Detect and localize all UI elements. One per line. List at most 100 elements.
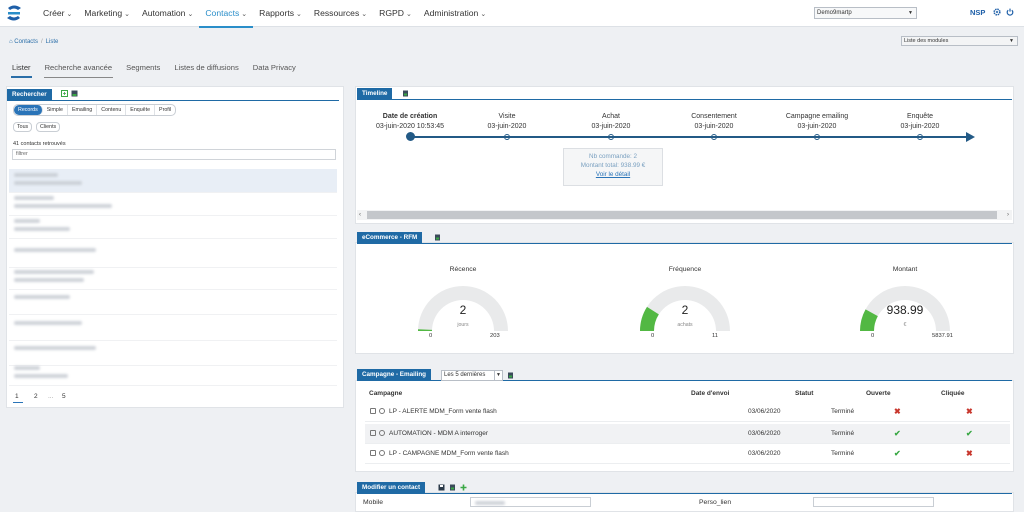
nav-item-label: Créer <box>43 8 65 18</box>
view-icon[interactable] <box>379 450 385 456</box>
campaign-count-select[interactable]: Les 5 dernières ▼ <box>441 370 503 381</box>
refresh-icon[interactable] <box>402 90 409 97</box>
refresh-icon[interactable] <box>507 372 514 379</box>
timeline-event-date: 03-juin-2020 <box>694 123 734 130</box>
list-item[interactable] <box>9 266 337 290</box>
table-row[interactable]: LP - CAMPAGNE MDM_Form vente flash 03/06/… <box>365 444 1010 464</box>
page-ellipsis: ... <box>48 393 54 400</box>
nav-item-marketing[interactable]: Marketing ⌄ <box>78 0 136 27</box>
nav-item-label: Marketing <box>84 8 123 18</box>
nav-item-rgpd[interactable]: RGPD ⌄ <box>373 0 418 27</box>
campaign-name: LP - ALERTE MDM_Form vente flash <box>389 408 497 415</box>
filter-input[interactable]: filtrer <box>12 149 336 160</box>
scrollbar-thumb[interactable] <box>367 211 997 219</box>
list-item[interactable] <box>9 291 337 315</box>
page-5-link[interactable]: 5 <box>62 393 66 400</box>
timeline-event-date: 03-juin-2020 <box>900 123 940 130</box>
col-statut: Statut <box>795 390 814 397</box>
send-date: 03/06/2020 <box>748 430 781 437</box>
view-detail-link[interactable]: Voir le détail <box>564 170 662 179</box>
chevron-down-icon: ⌄ <box>361 11 368 18</box>
page-1-link[interactable]: 1 <box>15 393 19 400</box>
list-item[interactable] <box>9 169 337 193</box>
home-icon[interactable]: ⌂ <box>9 39 13 45</box>
breadcrumb-current: Liste <box>45 39 59 45</box>
gauge-unit: jours <box>457 322 469 328</box>
module-select[interactable]: Liste des modules ▼ <box>901 36 1018 46</box>
blurred-contact-name <box>14 173 58 177</box>
view-icon[interactable] <box>379 408 385 414</box>
chevron-down-icon: ⌄ <box>296 11 302 18</box>
tab-recherche-avancee[interactable]: Recherche avancée <box>40 60 118 78</box>
add-icon[interactable] <box>460 484 467 491</box>
nav-item-automation[interactable]: Automation ⌄ <box>136 0 199 27</box>
timeline-event-label: Achat <box>602 113 620 120</box>
search-type-enquete[interactable]: Enquête <box>126 105 156 115</box>
list-item[interactable] <box>9 244 337 268</box>
blurred-contact-name <box>14 270 94 274</box>
opened-check-icon: ✔ <box>894 449 901 458</box>
view-icon[interactable] <box>379 430 385 436</box>
refresh-icon[interactable] <box>449 484 456 491</box>
blurred-contact-name <box>14 366 40 370</box>
gauge-unit: achats <box>677 322 693 328</box>
timeline-event-date: 03-juin-2020 10:53:45 <box>375 123 445 130</box>
breadcrumb-root[interactable]: Contacts <box>14 39 38 45</box>
power-icon[interactable] <box>1006 8 1014 16</box>
timeline-event-date: 03-juin-2020 <box>797 123 837 130</box>
tab-listes-diffusions[interactable]: Listes de diffusions <box>169 60 243 77</box>
scroll-right-icon[interactable]: › <box>1007 210 1009 220</box>
search-type-contenu[interactable]: Contenu <box>97 105 127 115</box>
search-type-emailing[interactable]: Emailing <box>68 105 98 115</box>
user-menu[interactable]: NSP <box>970 8 985 17</box>
campaign-name: LP - CAMPAGNE MDM_Form vente flash <box>389 450 509 457</box>
timeline-scrollbar[interactable]: ‹ › <box>357 210 1012 220</box>
perso-lien-input[interactable] <box>813 497 934 507</box>
preview-icon[interactable] <box>370 430 376 436</box>
page-2-link[interactable]: 2 <box>34 393 38 400</box>
save-icon[interactable] <box>438 484 445 491</box>
tab-segments[interactable]: Segments <box>121 60 165 77</box>
tab-lister[interactable]: Lister <box>7 60 36 78</box>
search-type-simple[interactable]: Simple <box>43 105 68 115</box>
save-search-icon[interactable] <box>71 90 78 97</box>
nav-item-administration[interactable]: Administration ⌄ <box>418 0 492 27</box>
nav-item-ressources[interactable]: Ressources ⌄ <box>308 0 373 27</box>
preview-icon[interactable] <box>370 408 376 414</box>
search-type-profil[interactable]: Profil <box>155 105 175 115</box>
blurred-contact-name <box>14 248 96 252</box>
chevron-down-icon: ⌄ <box>241 11 248 18</box>
tab-data-privacy[interactable]: Data Privacy <box>248 60 301 77</box>
refresh-icon[interactable] <box>434 234 441 241</box>
nav-item-contacts[interactable]: Contacts ⌄ <box>199 0 253 28</box>
campaign-count-value: Les 5 dernières <box>444 372 486 378</box>
list-item[interactable] <box>9 362 337 386</box>
col-ouverte: Ouverte <box>866 390 891 397</box>
app-logo-icon[interactable] <box>4 3 24 23</box>
nav-item-rapports[interactable]: Rapports ⌄ <box>253 0 308 27</box>
gauge-value: 2 <box>459 303 467 317</box>
filter-tous-button[interactable]: Tous <box>13 122 33 132</box>
nav-item-creer[interactable]: Créer ⌄ <box>37 0 78 27</box>
scroll-left-icon[interactable]: ‹ <box>359 210 361 220</box>
list-item[interactable] <box>9 192 337 216</box>
list-item[interactable] <box>9 317 337 341</box>
gauge-max: 203 <box>490 333 500 339</box>
table-row[interactable]: LP - ALERTE MDM_Form vente flash 03/06/20… <box>365 402 1010 422</box>
filter-clients-button[interactable]: Clients <box>36 122 61 132</box>
timeline-event-label: Date de création <box>382 113 438 120</box>
list-item[interactable] <box>9 215 337 239</box>
table-row[interactable]: AUTOMATION - MDM A interroger 03/06/2020 T… <box>365 424 1010 444</box>
opened-check-icon: ✔ <box>894 429 901 438</box>
clicked-check-icon: ✔ <box>966 429 973 438</box>
nav-item-label: Contacts <box>205 8 240 18</box>
nav-item-label: Administration <box>423 8 479 18</box>
environment-select[interactable]: Demo9martp ▼ <box>814 7 917 19</box>
gauge-max: 5837.91 <box>932 333 953 339</box>
gear-icon[interactable] <box>993 8 1001 16</box>
send-date: 03/06/2020 <box>748 450 781 457</box>
search-type-records[interactable]: Records <box>14 105 43 115</box>
mobile-input[interactable] <box>470 497 591 507</box>
export-icon[interactable] <box>61 90 68 97</box>
preview-icon[interactable] <box>370 450 376 456</box>
